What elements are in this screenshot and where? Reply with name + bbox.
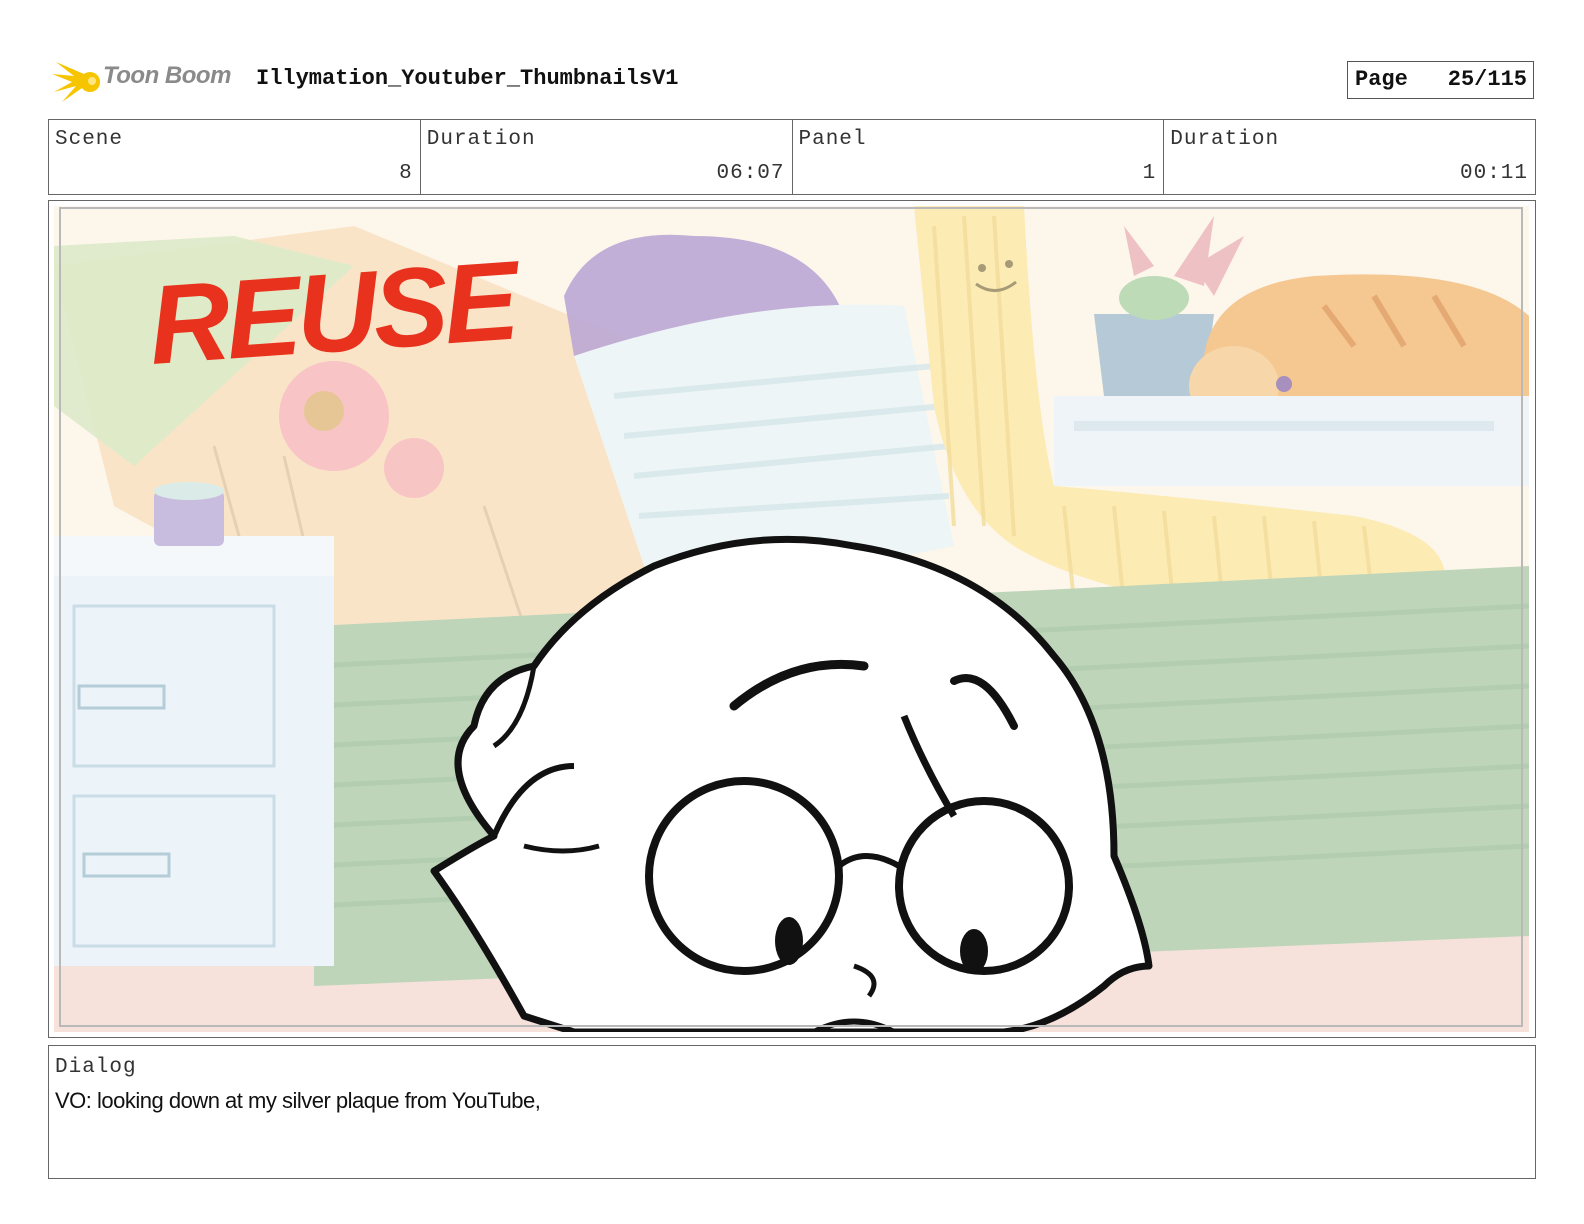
page-number: 25/115 — [1447, 67, 1527, 92]
page-label: Page — [1355, 67, 1408, 92]
scene-number: 8 — [399, 162, 413, 185]
panel-duration-value: 00:11 — [1459, 162, 1528, 185]
panel-artwork: REUSE — [54, 206, 1529, 1032]
dialog-label: Dialog — [55, 1056, 137, 1079]
panel-number: 1 — [1142, 162, 1157, 185]
scene-duration-label: Duration — [426, 128, 536, 151]
logo-wordmark: Toon Boom — [103, 62, 231, 89]
scene-duration-value: 06:07 — [716, 162, 785, 185]
scene-cell: Scene 8 — [49, 120, 421, 194]
bedroom-scene-illustration: REUSE — [54, 206, 1529, 1032]
starburst-icon — [52, 62, 100, 102]
storyboard-panel: REUSE — [48, 200, 1536, 1038]
page-indicator: Page 25/115 — [1347, 61, 1534, 99]
scene-label: Scene — [55, 128, 124, 151]
scene-info-table: Scene 8 Duration 06:07 Panel 1 Duration … — [48, 119, 1536, 195]
panel-duration-label: Duration — [1170, 128, 1280, 151]
reuse-stamp: REUSE — [145, 237, 526, 388]
panel-label: Panel — [798, 128, 867, 151]
scene-duration-cell: Duration 06:07 — [421, 120, 793, 194]
page-header: Toon Boom Illymation_Youtuber_Thumbnails… — [0, 0, 1584, 110]
project-title: Illymation_Youtuber_ThumbnailsV1 — [256, 66, 679, 91]
panel-duration-cell: Duration 00:11 — [1164, 120, 1535, 194]
dialog-text: VO: looking down at my silver plaque fro… — [55, 1088, 541, 1113]
panel-cell: Panel 1 — [793, 120, 1165, 194]
dialog-box: Dialog VO: looking down at my silver pla… — [48, 1045, 1536, 1179]
